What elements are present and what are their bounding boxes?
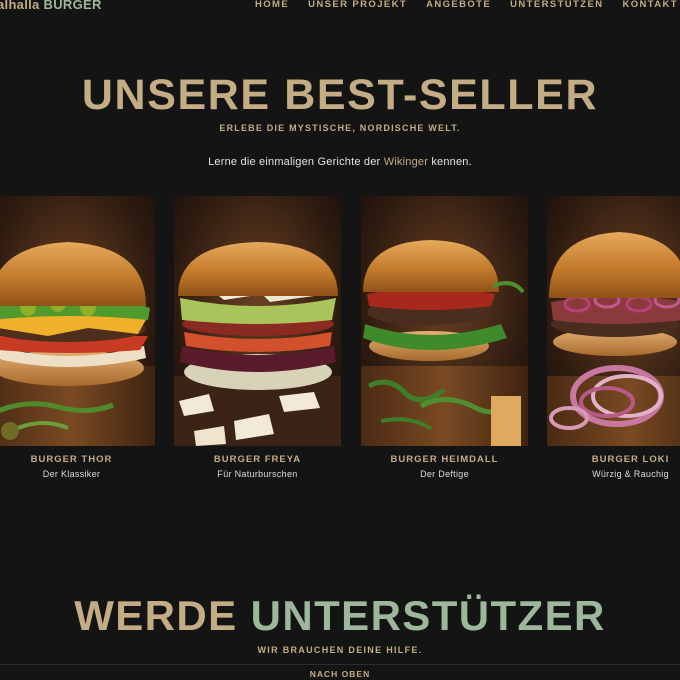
product-card-thor[interactable]: BURGER THOR Der Klassiker <box>0 196 155 479</box>
nav-home[interactable]: HOME <box>255 0 289 10</box>
nav-kontakt[interactable]: KONTAKT <box>622 0 678 10</box>
burger-heimdall-photo[interactable] <box>361 196 528 446</box>
nav-angebote[interactable]: ANGEBOTE <box>426 0 491 10</box>
nav-unser-projekt[interactable]: UNSER PROJEKT <box>308 0 407 10</box>
brand-burger: BURGER <box>43 0 102 12</box>
product-description: Für Naturburschen <box>217 469 298 479</box>
burger-loki-photo[interactable] <box>547 196 680 446</box>
nav-unterstuetzen[interactable]: UNTERSTÜTZEN <box>510 0 603 10</box>
bestseller-subheading: ERLEBE DIE MYSTISCHE, NORDISCHE WELT. <box>219 123 461 133</box>
brand-logo[interactable]: alhalla BURGER <box>0 0 102 12</box>
product-card-loki[interactable]: BURGER LOKI Würzig & Rauchig <box>547 196 680 479</box>
bestseller-intro: Lerne die einmaligen Gerichte der Wiking… <box>0 156 680 168</box>
intro-text: Lerne die einmaligen Gerichte der <box>208 156 384 168</box>
product-name: BURGER LOKI <box>591 454 670 465</box>
burger-thor-photo[interactable] <box>0 196 155 446</box>
supporter-subheading: WIR BRAUCHEN DEINE HILFE. <box>257 645 423 655</box>
bestseller-heading: UNSERE BEST-SELLER <box>81 71 599 119</box>
product-description: Der Klassiker <box>42 469 101 479</box>
product-card-freya[interactable]: BURGER FREYA Für Naturburschen <box>174 196 341 479</box>
supporter-heading-part2: UNTERSTÜTZER <box>250 592 606 639</box>
supporter-heading: WERDE UNTERSTÜTZER <box>0 592 680 640</box>
supporter-heading-part1: WERDE <box>74 592 238 639</box>
top-navigation: alhalla BURGER HOME UNSER PROJEKT ANGEBO… <box>0 0 680 14</box>
product-name: BURGER THOR <box>30 454 113 465</box>
footer-divider <box>0 664 680 665</box>
product-description: Der Deftige <box>420 469 469 479</box>
product-name: BURGER HEIMDALL <box>390 454 499 465</box>
main-nav: HOME UNSER PROJEKT ANGEBOTE UNTERSTÜTZEN… <box>255 0 678 10</box>
back-to-top-link[interactable]: NACH OBEN <box>0 669 680 679</box>
product-description: Würzig & Rauchig <box>592 469 669 479</box>
product-card-heimdall[interactable]: BURGER HEIMDALL Der Deftige <box>361 196 528 479</box>
intro-highlight: Wikinger <box>383 156 429 168</box>
product-name: BURGER FREYA <box>213 454 302 465</box>
burger-freya-photo[interactable] <box>174 196 341 446</box>
intro-text-end: kennen. <box>428 156 472 168</box>
brand-name: alhalla <box>0 0 40 12</box>
